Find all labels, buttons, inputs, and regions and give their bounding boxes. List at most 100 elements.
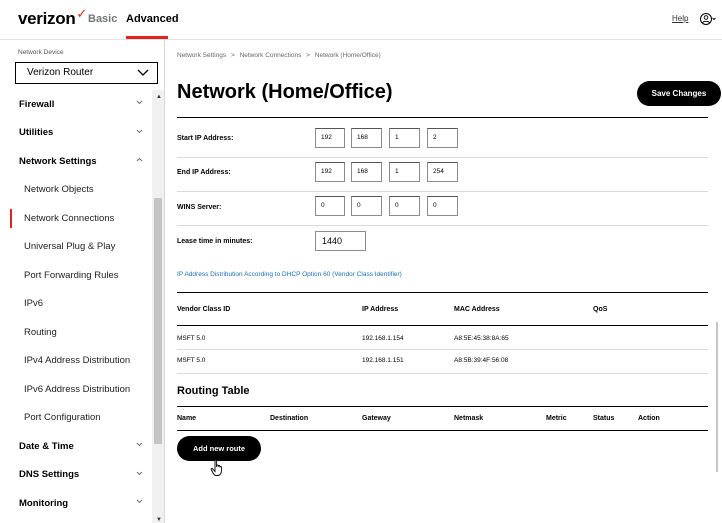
breadcrumb: Network Settings > Network Connections >… xyxy=(177,52,381,59)
divider xyxy=(177,406,708,407)
start-ip-octet-1[interactable]: 192 xyxy=(315,128,345,148)
sidebar: Network Device Verizon Router Firewall U… xyxy=(0,40,165,523)
verizon-logo[interactable]: verizon✓ xyxy=(18,6,87,29)
lease-time-input[interactable]: 1440 xyxy=(315,231,366,251)
column-header: Vendor Class ID xyxy=(177,306,231,313)
top-bar: verizon✓ Basic Advanced Help xyxy=(0,0,722,40)
divider xyxy=(177,117,708,118)
divider xyxy=(177,191,708,192)
sidebar-item-label: Network Settings xyxy=(19,155,97,167)
breadcrumb-item: Network (Home/Office) xyxy=(314,52,381,59)
column-header: Destination xyxy=(270,415,309,422)
column-header: Status xyxy=(593,415,615,422)
sidebar-item-ipv6[interactable]: IPv6 xyxy=(0,290,152,319)
save-changes-button[interactable]: Save Changes xyxy=(637,81,721,106)
routing-table-title: Routing Table xyxy=(177,385,250,397)
chevron-down-icon xyxy=(137,69,149,76)
vendor-class-id: MSFT 5.0 xyxy=(177,335,206,342)
lease-time-label: Lease time in minutes: xyxy=(177,238,253,245)
sidebar-item-ipv4-address-distribution[interactable]: IPv4 Address Distribution xyxy=(0,347,152,376)
sidebar-item-label: Firewall xyxy=(19,98,55,110)
help-link[interactable]: Help xyxy=(672,14,688,23)
column-header: Netmask xyxy=(454,415,484,422)
scroll-up-arrow-icon[interactable]: ▲ xyxy=(156,94,162,100)
start-ip-octet-4[interactable]: 2 xyxy=(427,128,458,148)
sidebar-item-dns-settings[interactable]: DNS Settings xyxy=(0,461,152,490)
column-header: QoS xyxy=(593,306,608,313)
network-device-select[interactable]: Verizon Router xyxy=(15,62,158,84)
column-header: Metric xyxy=(546,415,567,422)
breadcrumb-item[interactable]: Network Connections xyxy=(240,52,302,59)
mac-address: A8:5E:45:38:8A:65 xyxy=(454,335,509,342)
chevron-down-icon xyxy=(136,100,143,105)
chevron-down-icon xyxy=(136,499,143,504)
scrollbar-thumb[interactable] xyxy=(154,198,162,444)
main-scrollbar-thumb[interactable] xyxy=(716,322,718,472)
ip-address: 192.168.1.151 xyxy=(362,357,404,364)
sidebar-item-label: Routing xyxy=(24,326,57,338)
column-header: MAC Address xyxy=(454,306,500,313)
sidebar-item-monitoring[interactable]: Monitoring xyxy=(0,489,152,518)
breadcrumb-separator: > xyxy=(306,52,310,59)
start-ip-label: Start IP Address: xyxy=(177,135,234,142)
wins-server-label: WINS Server: xyxy=(177,204,222,211)
sidebar-item-label: Network Objects xyxy=(24,184,94,196)
main-content: Network Settings > Network Connections >… xyxy=(166,40,722,523)
start-ip-octet-3[interactable]: 1 xyxy=(389,128,420,148)
wins-octet-1[interactable]: 0 xyxy=(315,196,345,216)
page-title: Network (Home/Office) xyxy=(177,81,393,103)
scroll-down-arrow-icon[interactable]: ▼ xyxy=(156,517,162,523)
wins-octet-3[interactable]: 0 xyxy=(389,196,420,216)
tab-basic[interactable]: Basic xyxy=(88,13,117,25)
sidebar-item-date-time[interactable]: Date & Time xyxy=(0,432,152,461)
divider xyxy=(177,430,708,431)
chevron-down-icon xyxy=(136,442,143,447)
sidebar-item-label: DNS Settings xyxy=(19,469,80,481)
active-tab-indicator xyxy=(126,36,168,39)
sidebar-item-label: IPv6 xyxy=(24,298,44,310)
network-device-value: Verizon Router xyxy=(27,67,94,78)
sidebar-item-network-objects[interactable]: Network Objects xyxy=(0,176,152,205)
sidebar-item-port-forwarding-rules[interactable]: Port Forwarding Rules xyxy=(0,261,152,290)
sidebar-item-firewall[interactable]: Firewall xyxy=(0,90,152,119)
breadcrumb-separator: > xyxy=(230,52,235,59)
end-ip-octet-2[interactable]: 168 xyxy=(351,162,382,182)
sidebar-item-label: Universal Plug & Play xyxy=(24,241,116,253)
wins-octet-4[interactable]: 0 xyxy=(427,196,458,216)
sidebar-item-network-settings[interactable]: Network Settings xyxy=(0,147,152,176)
tab-advanced[interactable]: Advanced xyxy=(126,13,179,25)
user-icon[interactable] xyxy=(700,12,716,26)
column-header: Gateway xyxy=(362,415,391,422)
wins-octet-2[interactable]: 0 xyxy=(351,196,382,216)
sidebar-item-utilities[interactable]: Utilities xyxy=(0,119,152,148)
divider xyxy=(177,349,708,350)
sidebar-item-port-configuration[interactable]: Port Configuration xyxy=(0,404,152,433)
sidebar-item-routing[interactable]: Routing xyxy=(0,318,152,347)
chevron-down-icon xyxy=(136,129,143,133)
ip-address: 192.168.1.154 xyxy=(362,335,404,342)
start-ip-octet-2[interactable]: 168 xyxy=(351,128,382,148)
breadcrumb-item[interactable]: Network Settings xyxy=(177,52,226,59)
chevron-up-icon xyxy=(136,157,143,162)
sidebar-item-label: Port Configuration xyxy=(24,412,101,424)
sidebar-item-label: Port Forwarding Rules xyxy=(24,269,119,281)
end-ip-label: End IP Address: xyxy=(177,169,231,176)
sidebar-nav: Firewall Utilities Network Settings Netw… xyxy=(0,90,152,518)
end-ip-octet-4[interactable]: 254 xyxy=(427,162,458,182)
add-new-route-button[interactable]: Add new route xyxy=(177,436,261,461)
sidebar-item-label: Monitoring xyxy=(19,497,69,509)
end-ip-octet-3[interactable]: 1 xyxy=(389,162,420,182)
end-ip-octet-1[interactable]: 192 xyxy=(315,162,345,182)
sidebar-scrollbar[interactable]: ▲ ▼ xyxy=(152,90,164,523)
divider xyxy=(177,292,708,293)
dhcp-option-60-link[interactable]: IP Address Distribution According to DHC… xyxy=(177,271,402,278)
sidebar-item-label: IPv4 Address Distribution xyxy=(24,355,131,367)
divider xyxy=(177,325,708,326)
sidebar-item-label: IPv6 Address Distribution xyxy=(24,383,131,395)
sidebar-item-universal-plug-play[interactable]: Universal Plug & Play xyxy=(0,233,152,262)
sidebar-item-network-connections[interactable]: Network Connections xyxy=(0,204,152,233)
sidebar-item-ipv6-address-distribution[interactable]: IPv6 Address Distribution xyxy=(0,375,152,404)
chevron-down-icon xyxy=(136,471,143,475)
column-header: Name xyxy=(177,415,197,422)
mac-address: A8:5B:39:4F:56:08 xyxy=(454,357,509,364)
